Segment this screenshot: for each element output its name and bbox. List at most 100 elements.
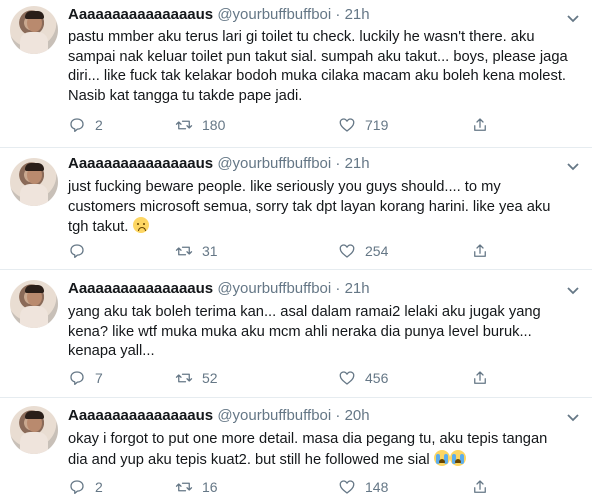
action-bar: 31 254 bbox=[68, 241, 498, 261]
reply-button[interactable]: 2 bbox=[68, 115, 103, 135]
reply-button[interactable]: 7 bbox=[68, 368, 103, 388]
avatar[interactable] bbox=[10, 6, 58, 54]
tweet-header: Aaaaaaaaaaaaaaaus @yourbuffbuffboi · 21h bbox=[68, 155, 370, 173]
retweet-icon bbox=[175, 246, 193, 256]
share-icon bbox=[474, 244, 486, 257]
action-bar: 2 180 719 bbox=[68, 115, 498, 135]
crying-face-icon bbox=[449, 449, 466, 466]
tweet-line: dia and yup aku tepis kuat2. but still h… bbox=[68, 451, 430, 468]
like-count: 254 bbox=[365, 243, 389, 259]
tweet-line: customers microsoft semua, sorry tak dpt… bbox=[68, 198, 551, 215]
share-icon bbox=[474, 371, 486, 384]
display-name[interactable]: Aaaaaaaaaaaaaaaus bbox=[68, 155, 213, 172]
retweet-button[interactable]: 31 bbox=[175, 241, 218, 261]
disappointed-face-icon bbox=[132, 217, 149, 234]
like-button[interactable]: 148 bbox=[338, 477, 388, 497]
tweet-line: okay i forgot to put one more detail. ma… bbox=[68, 431, 548, 447]
like-button[interactable]: 719 bbox=[338, 115, 388, 135]
share-icon bbox=[474, 118, 486, 131]
tweet-line: Nasib kat tangga tu takde pape jadi. bbox=[68, 87, 303, 104]
retweet-icon bbox=[175, 373, 193, 383]
display-name[interactable]: Aaaaaaaaaaaaaaaus bbox=[68, 407, 213, 424]
display-name[interactable]: Aaaaaaaaaaaaaaaus bbox=[68, 6, 213, 23]
tweet-text: pastu mmber aku terus lari gi toilet tu … bbox=[68, 28, 583, 106]
tweet[interactable]: Aaaaaaaaaaaaaaaus @yourbuffbuffboi · 21h… bbox=[0, 0, 592, 148]
separator: · bbox=[335, 6, 341, 23]
chevron-down-icon[interactable] bbox=[566, 162, 580, 172]
retweet-button[interactable]: 16 bbox=[175, 477, 218, 497]
retweet-count: 180 bbox=[202, 117, 226, 133]
tweet-line: yang aku tak boleh terima kan... asal da… bbox=[68, 304, 541, 320]
like-count: 456 bbox=[365, 370, 389, 386]
handle[interactable]: @yourbuffbuffboi bbox=[217, 155, 331, 172]
tweet-header: Aaaaaaaaaaaaaaaus @yourbuffbuffboi · 21h bbox=[68, 280, 370, 298]
chevron-down-icon[interactable] bbox=[566, 413, 580, 423]
timestamp[interactable]: 20h bbox=[345, 407, 370, 424]
reply-button[interactable] bbox=[68, 241, 95, 261]
tweet-text: just fucking beware people. like serious… bbox=[68, 178, 583, 238]
reply-button[interactable]: 2 bbox=[68, 477, 103, 497]
retweet-count: 31 bbox=[202, 243, 218, 259]
retweet-icon bbox=[175, 482, 193, 492]
tweet-line: just fucking beware people. like serious… bbox=[68, 179, 501, 195]
handle[interactable]: @yourbuffbuffboi bbox=[217, 280, 331, 297]
separator: · bbox=[335, 155, 341, 172]
timeline: Aaaaaaaaaaaaaaaus @yourbuffbuffboi · 21h… bbox=[0, 0, 592, 502]
tweet-line: diri... like fuck tak kelakar bodoh muka… bbox=[68, 68, 566, 85]
timestamp[interactable]: 21h bbox=[345, 280, 370, 297]
share-button[interactable] bbox=[471, 241, 498, 261]
handle[interactable]: @yourbuffbuffboi bbox=[217, 407, 331, 424]
action-bar: 2 16 148 bbox=[68, 477, 498, 497]
tweet-line-with-emoji: dia and yup aku tepis kuat2. but still h… bbox=[68, 449, 583, 471]
separator: · bbox=[335, 280, 341, 297]
tweet[interactable]: Aaaaaaaaaaaaaaaus @yourbuffbuffboi · 21h… bbox=[0, 270, 592, 398]
tweet-text: yang aku tak boleh terima kan... asal da… bbox=[68, 303, 583, 362]
retweet-icon bbox=[175, 120, 193, 130]
reply-count: 2 bbox=[95, 479, 103, 495]
tweet-line-with-emoji: tgh takut. bbox=[68, 217, 583, 238]
tweet[interactable]: Aaaaaaaaaaaaaaaus @yourbuffbuffboi · 21h… bbox=[0, 148, 592, 270]
chevron-down-icon[interactable] bbox=[566, 286, 580, 296]
like-button[interactable]: 254 bbox=[338, 241, 388, 261]
share-button[interactable] bbox=[471, 115, 498, 135]
like-button[interactable]: 456 bbox=[338, 368, 388, 388]
action-bar: 7 52 456 bbox=[68, 368, 498, 388]
reply-icon bbox=[70, 480, 84, 495]
reply-count: 7 bbox=[95, 370, 103, 386]
heart-icon bbox=[339, 244, 355, 258]
tweet-header: Aaaaaaaaaaaaaaaus @yourbuffbuffboi · 21h bbox=[68, 6, 370, 24]
share-button[interactable] bbox=[471, 477, 498, 497]
tweet-line: kenapa yall... bbox=[68, 343, 155, 360]
like-count: 719 bbox=[365, 117, 389, 133]
tweet-line: kena? like wtf muka muka aku mcm ahli ne… bbox=[68, 323, 532, 340]
tweet-text: okay i forgot to put one more detail. ma… bbox=[68, 430, 583, 470]
chevron-down-icon[interactable] bbox=[566, 14, 580, 24]
crying-face-icon bbox=[433, 449, 450, 466]
tweet-line: pastu mmber aku terus lari gi toilet tu … bbox=[68, 29, 535, 45]
retweet-button[interactable]: 180 bbox=[175, 115, 225, 135]
reply-icon bbox=[70, 371, 84, 386]
retweet-button[interactable]: 52 bbox=[175, 368, 218, 388]
retweet-count: 52 bbox=[202, 370, 218, 386]
timestamp[interactable]: 21h bbox=[345, 155, 370, 172]
heart-icon bbox=[339, 118, 355, 132]
handle[interactable]: @yourbuffbuffboi bbox=[217, 6, 331, 23]
reply-icon bbox=[70, 244, 84, 259]
tweet[interactable]: Aaaaaaaaaaaaaaaus @yourbuffbuffboi · 20h… bbox=[0, 398, 592, 502]
avatar[interactable] bbox=[10, 280, 58, 328]
tweet-line: tgh takut. bbox=[68, 219, 129, 236]
avatar[interactable] bbox=[10, 158, 58, 206]
heart-icon bbox=[339, 371, 355, 385]
share-icon bbox=[474, 480, 486, 493]
heart-icon bbox=[339, 480, 355, 494]
separator: · bbox=[335, 407, 341, 424]
like-count: 148 bbox=[365, 479, 389, 495]
avatar[interactable] bbox=[10, 406, 58, 454]
tweet-line: sampai nak keluar toilet pun takut sial.… bbox=[68, 48, 568, 65]
reply-icon bbox=[70, 118, 84, 133]
retweet-count: 16 bbox=[202, 479, 218, 495]
reply-count: 2 bbox=[95, 117, 103, 133]
timestamp[interactable]: 21h bbox=[345, 6, 370, 23]
share-button[interactable] bbox=[471, 368, 498, 388]
display-name[interactable]: Aaaaaaaaaaaaaaaus bbox=[68, 280, 213, 297]
